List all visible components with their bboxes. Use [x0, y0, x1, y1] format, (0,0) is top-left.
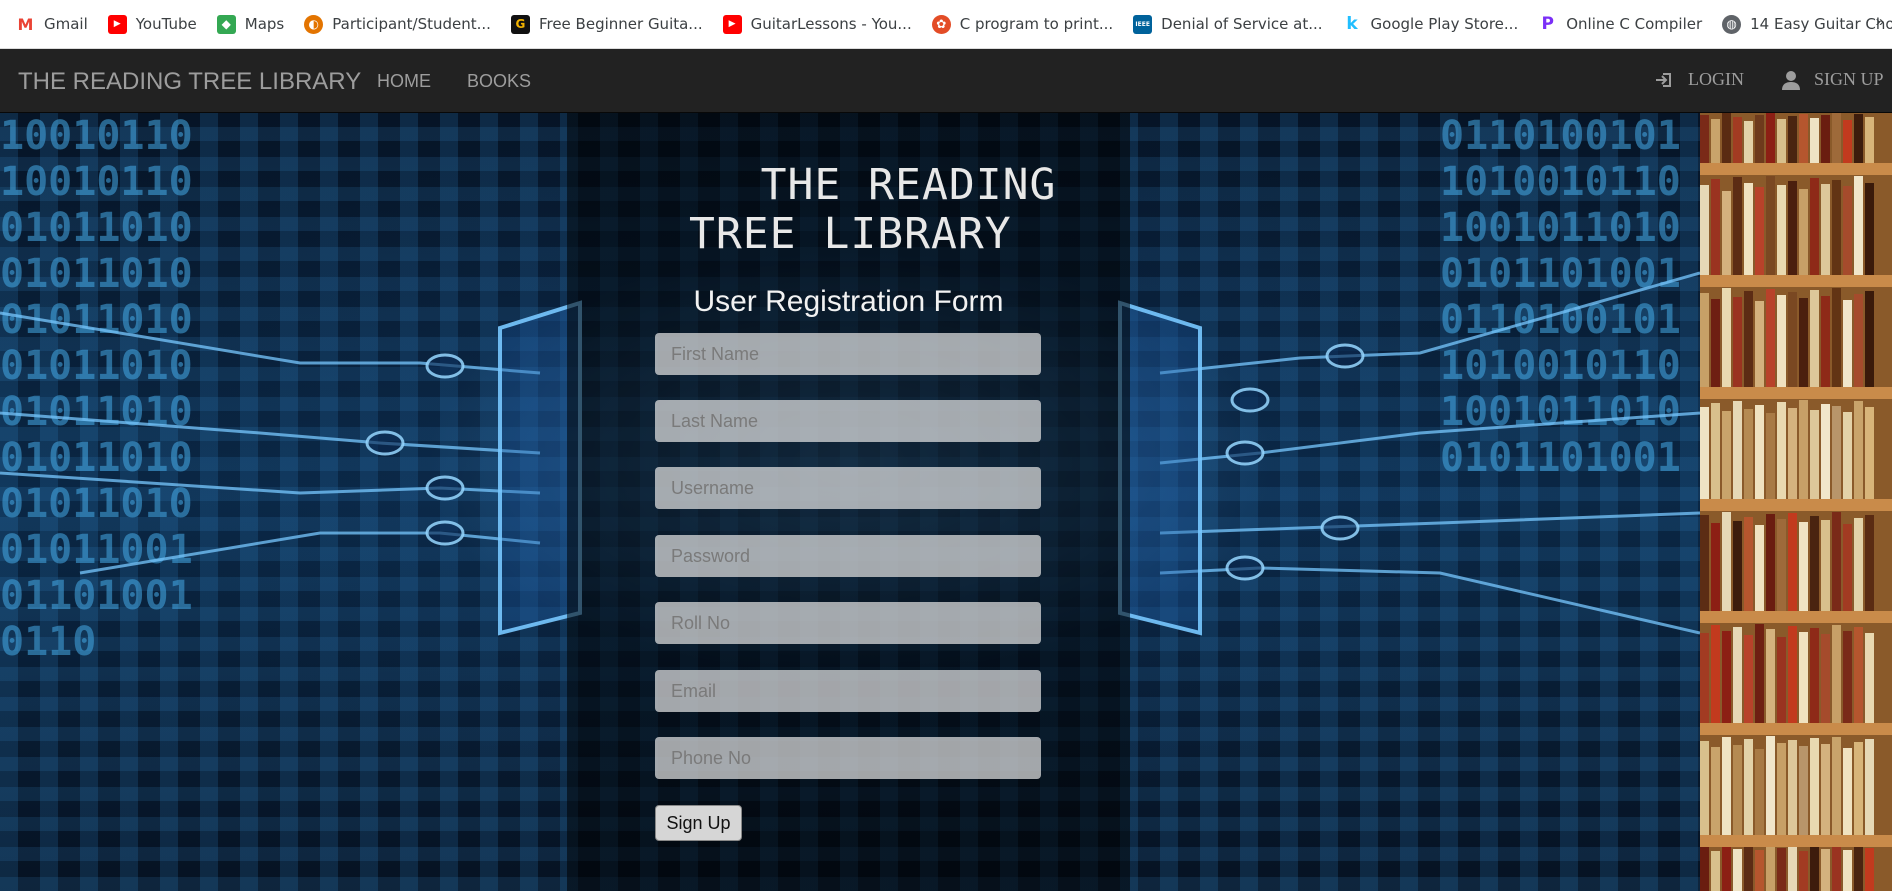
site-title-line2: TREE LIBRARY — [689, 209, 1012, 259]
bookmark-maps[interactable]: ◆ Maps — [216, 14, 285, 34]
shelf-board — [1700, 163, 1892, 175]
email-input[interactable] — [655, 670, 1041, 712]
signup-button[interactable]: Sign Up — [655, 805, 742, 841]
bookmark-online-compiler[interactable]: P Online C Compiler — [1538, 14, 1703, 34]
ieee-icon: IEEE — [1133, 14, 1153, 34]
bookmark-label: YouTube — [135, 15, 197, 33]
signup-label: SIGN UP — [1814, 69, 1884, 89]
login-label: LOGIN — [1688, 69, 1744, 89]
guitar-icon: G — [510, 14, 530, 34]
bookmark-label: Gmail — [44, 15, 88, 33]
phone-no-input[interactable] — [655, 737, 1041, 779]
kaggle-icon: k — [1342, 14, 1362, 34]
bookmark-label: Maps — [244, 15, 285, 33]
shelf-row — [1700, 399, 1892, 499]
shelf-row — [1700, 735, 1892, 835]
youtube-icon: ▶ — [722, 14, 742, 34]
shelf-board — [1700, 275, 1892, 287]
maps-icon: ◆ — [216, 14, 236, 34]
bookshelf-image — [1700, 113, 1892, 891]
shelf-board — [1700, 723, 1892, 735]
bookmarks-overflow-button[interactable]: » — [1876, 13, 1884, 30]
nav-home-link[interactable]: HOME — [377, 71, 431, 92]
brand-link[interactable]: THE READING TREE LIBRARY — [18, 68, 361, 96]
form-title: User Registration Form — [693, 285, 1004, 318]
shelf-board — [1700, 499, 1892, 511]
hero-background: 1001011010010110010110100101101001011010… — [0, 113, 1700, 891]
bookmark-label: C program to print... — [959, 15, 1114, 33]
bookmark-label: Participant/Student... — [332, 15, 491, 33]
user-icon — [1782, 70, 1800, 90]
bookmark-gmail[interactable]: M Gmail — [16, 14, 88, 34]
registration-panel: THE READING TREE LIBRARY User Registrati… — [567, 113, 1130, 891]
shelf-row — [1700, 287, 1892, 387]
roll-no-input[interactable] — [655, 602, 1041, 644]
bookmark-play-store[interactable]: k Google Play Store... — [1342, 14, 1519, 34]
bookmark-guitar[interactable]: G Free Beginner Guita... — [510, 14, 703, 34]
bookmark-label: Free Beginner Guita... — [538, 15, 703, 33]
shelf-row — [1700, 511, 1892, 611]
username-input[interactable] — [655, 467, 1041, 509]
shelf-board — [1700, 835, 1892, 847]
shelf-row — [1700, 847, 1892, 891]
bookmark-cprogram[interactable]: ✿ C program to print... — [931, 14, 1114, 34]
bookmark-label: Online C Compiler — [1566, 15, 1703, 33]
nav-signup-link[interactable]: SIGN UP — [1782, 69, 1884, 90]
shelf-board — [1700, 611, 1892, 623]
bookmark-participant[interactable]: ◐ Participant/Student... — [304, 14, 491, 34]
shelf-row — [1700, 113, 1892, 163]
site-title-line1: THE READING — [760, 160, 1057, 210]
password-input[interactable] — [655, 535, 1041, 577]
bookmark-youtube[interactable]: ▶ YouTube — [107, 14, 197, 34]
bookmark-label: Google Play Store... — [1370, 15, 1519, 33]
cprogram-icon: ✿ — [931, 14, 951, 34]
compiler-icon: P — [1538, 14, 1558, 34]
youtube-icon: ▶ — [107, 14, 127, 34]
bookmark-ieee[interactable]: IEEE Denial of Service at... — [1133, 14, 1323, 34]
shelf-row — [1700, 623, 1892, 723]
shelf-row — [1700, 175, 1892, 275]
bookmark-label: 14 Easy Guitar Chor... — [1750, 15, 1892, 33]
bookmark-label: GuitarLessons - You... — [750, 15, 912, 33]
login-icon — [1656, 72, 1671, 87]
bookmarks-bar: M Gmail ▶ YouTube ◆ Maps ◐ Participant/Stude… — [0, 0, 1892, 49]
shelf-board — [1700, 387, 1892, 399]
bookmark-guitarlessons[interactable]: ▶ GuitarLessons - You... — [722, 14, 912, 34]
nav-login-link[interactable]: LOGIN — [1654, 69, 1744, 90]
first-name-input[interactable] — [655, 333, 1041, 375]
bookmark-label: Denial of Service at... — [1161, 15, 1323, 33]
globe-icon: ◍ — [1722, 14, 1742, 34]
gmail-icon: M — [16, 14, 35, 34]
navbar: THE READING TREE LIBRARY HOME BOOKS LOGI… — [0, 49, 1892, 113]
nav-books-link[interactable]: BOOKS — [467, 71, 531, 92]
last-name-input[interactable] — [655, 400, 1041, 442]
bookmark-guitar-chords[interactable]: ◍ 14 Easy Guitar Chor... — [1722, 14, 1892, 34]
site-title: THE READING TREE LIBRARY — [567, 161, 1130, 259]
participant-icon: ◐ — [304, 14, 324, 34]
